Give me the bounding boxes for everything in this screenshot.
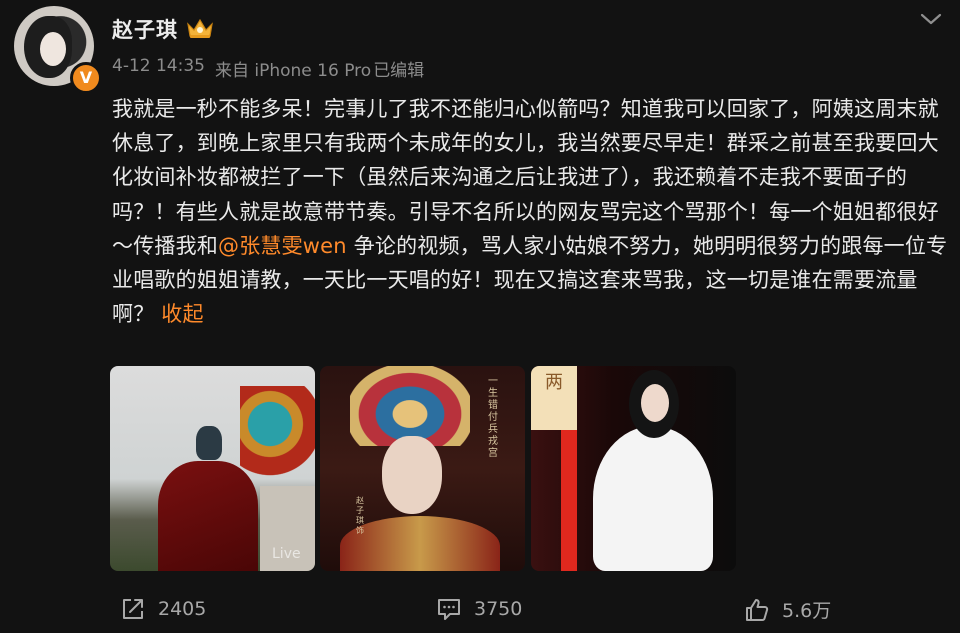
headdress xyxy=(350,366,470,446)
post-source: 来自 iPhone 16 Pro xyxy=(214,61,372,81)
stage-sign: 两 xyxy=(531,366,577,430)
comment-count: 3750 xyxy=(474,598,523,620)
crown-badge-icon xyxy=(187,18,213,38)
poster-text-left: 赵子琪 饰 xyxy=(356,496,364,535)
mention-link[interactable]: @张慧雯wen xyxy=(218,234,347,258)
like-button[interactable]: 5.6万 xyxy=(744,596,831,623)
collapse-link[interactable]: 收起 xyxy=(161,302,203,326)
avatar-face xyxy=(40,32,66,66)
comment-button[interactable]: 3750 xyxy=(436,596,522,622)
comment-icon xyxy=(438,599,460,620)
repost-count: 2405 xyxy=(158,598,207,620)
figure-face xyxy=(382,436,442,514)
figure-head xyxy=(196,426,222,460)
live-label: Live xyxy=(272,546,301,562)
like-count: 5.6万 xyxy=(782,600,832,622)
post-meta: 4-12 14:35 来自 iPhone 16 Pro 已编辑 xyxy=(112,56,424,81)
singer-dress xyxy=(593,426,713,571)
thumbs-up-icon xyxy=(746,598,769,621)
photo-1[interactable]: Live xyxy=(110,366,315,571)
dragon-decoration xyxy=(240,386,315,481)
figure-robe xyxy=(158,461,258,571)
photo-3[interactable]: 两 xyxy=(531,366,736,571)
post-text: 我就是一秒不能多呆！完事儿了我不还能归心似箭吗？知道我可以回家了，阿姨这周末就休… xyxy=(112,92,948,331)
singer-face xyxy=(641,384,669,422)
repost-icon xyxy=(123,599,143,619)
chevron-down-icon[interactable] xyxy=(918,10,944,28)
poster-text-right: 一生错付兵戎宫 xyxy=(488,376,498,459)
repost-button[interactable]: 2405 xyxy=(120,596,206,622)
edited-label: 已编辑 xyxy=(373,61,425,81)
author-name[interactable]: 赵子琪 xyxy=(112,14,178,44)
photo-2[interactable]: 一生错付兵戎宫 赵子琪 饰 xyxy=(320,366,525,571)
verified-badge-icon: V xyxy=(70,62,102,94)
post-date: 4-12 14:35 xyxy=(112,56,205,76)
